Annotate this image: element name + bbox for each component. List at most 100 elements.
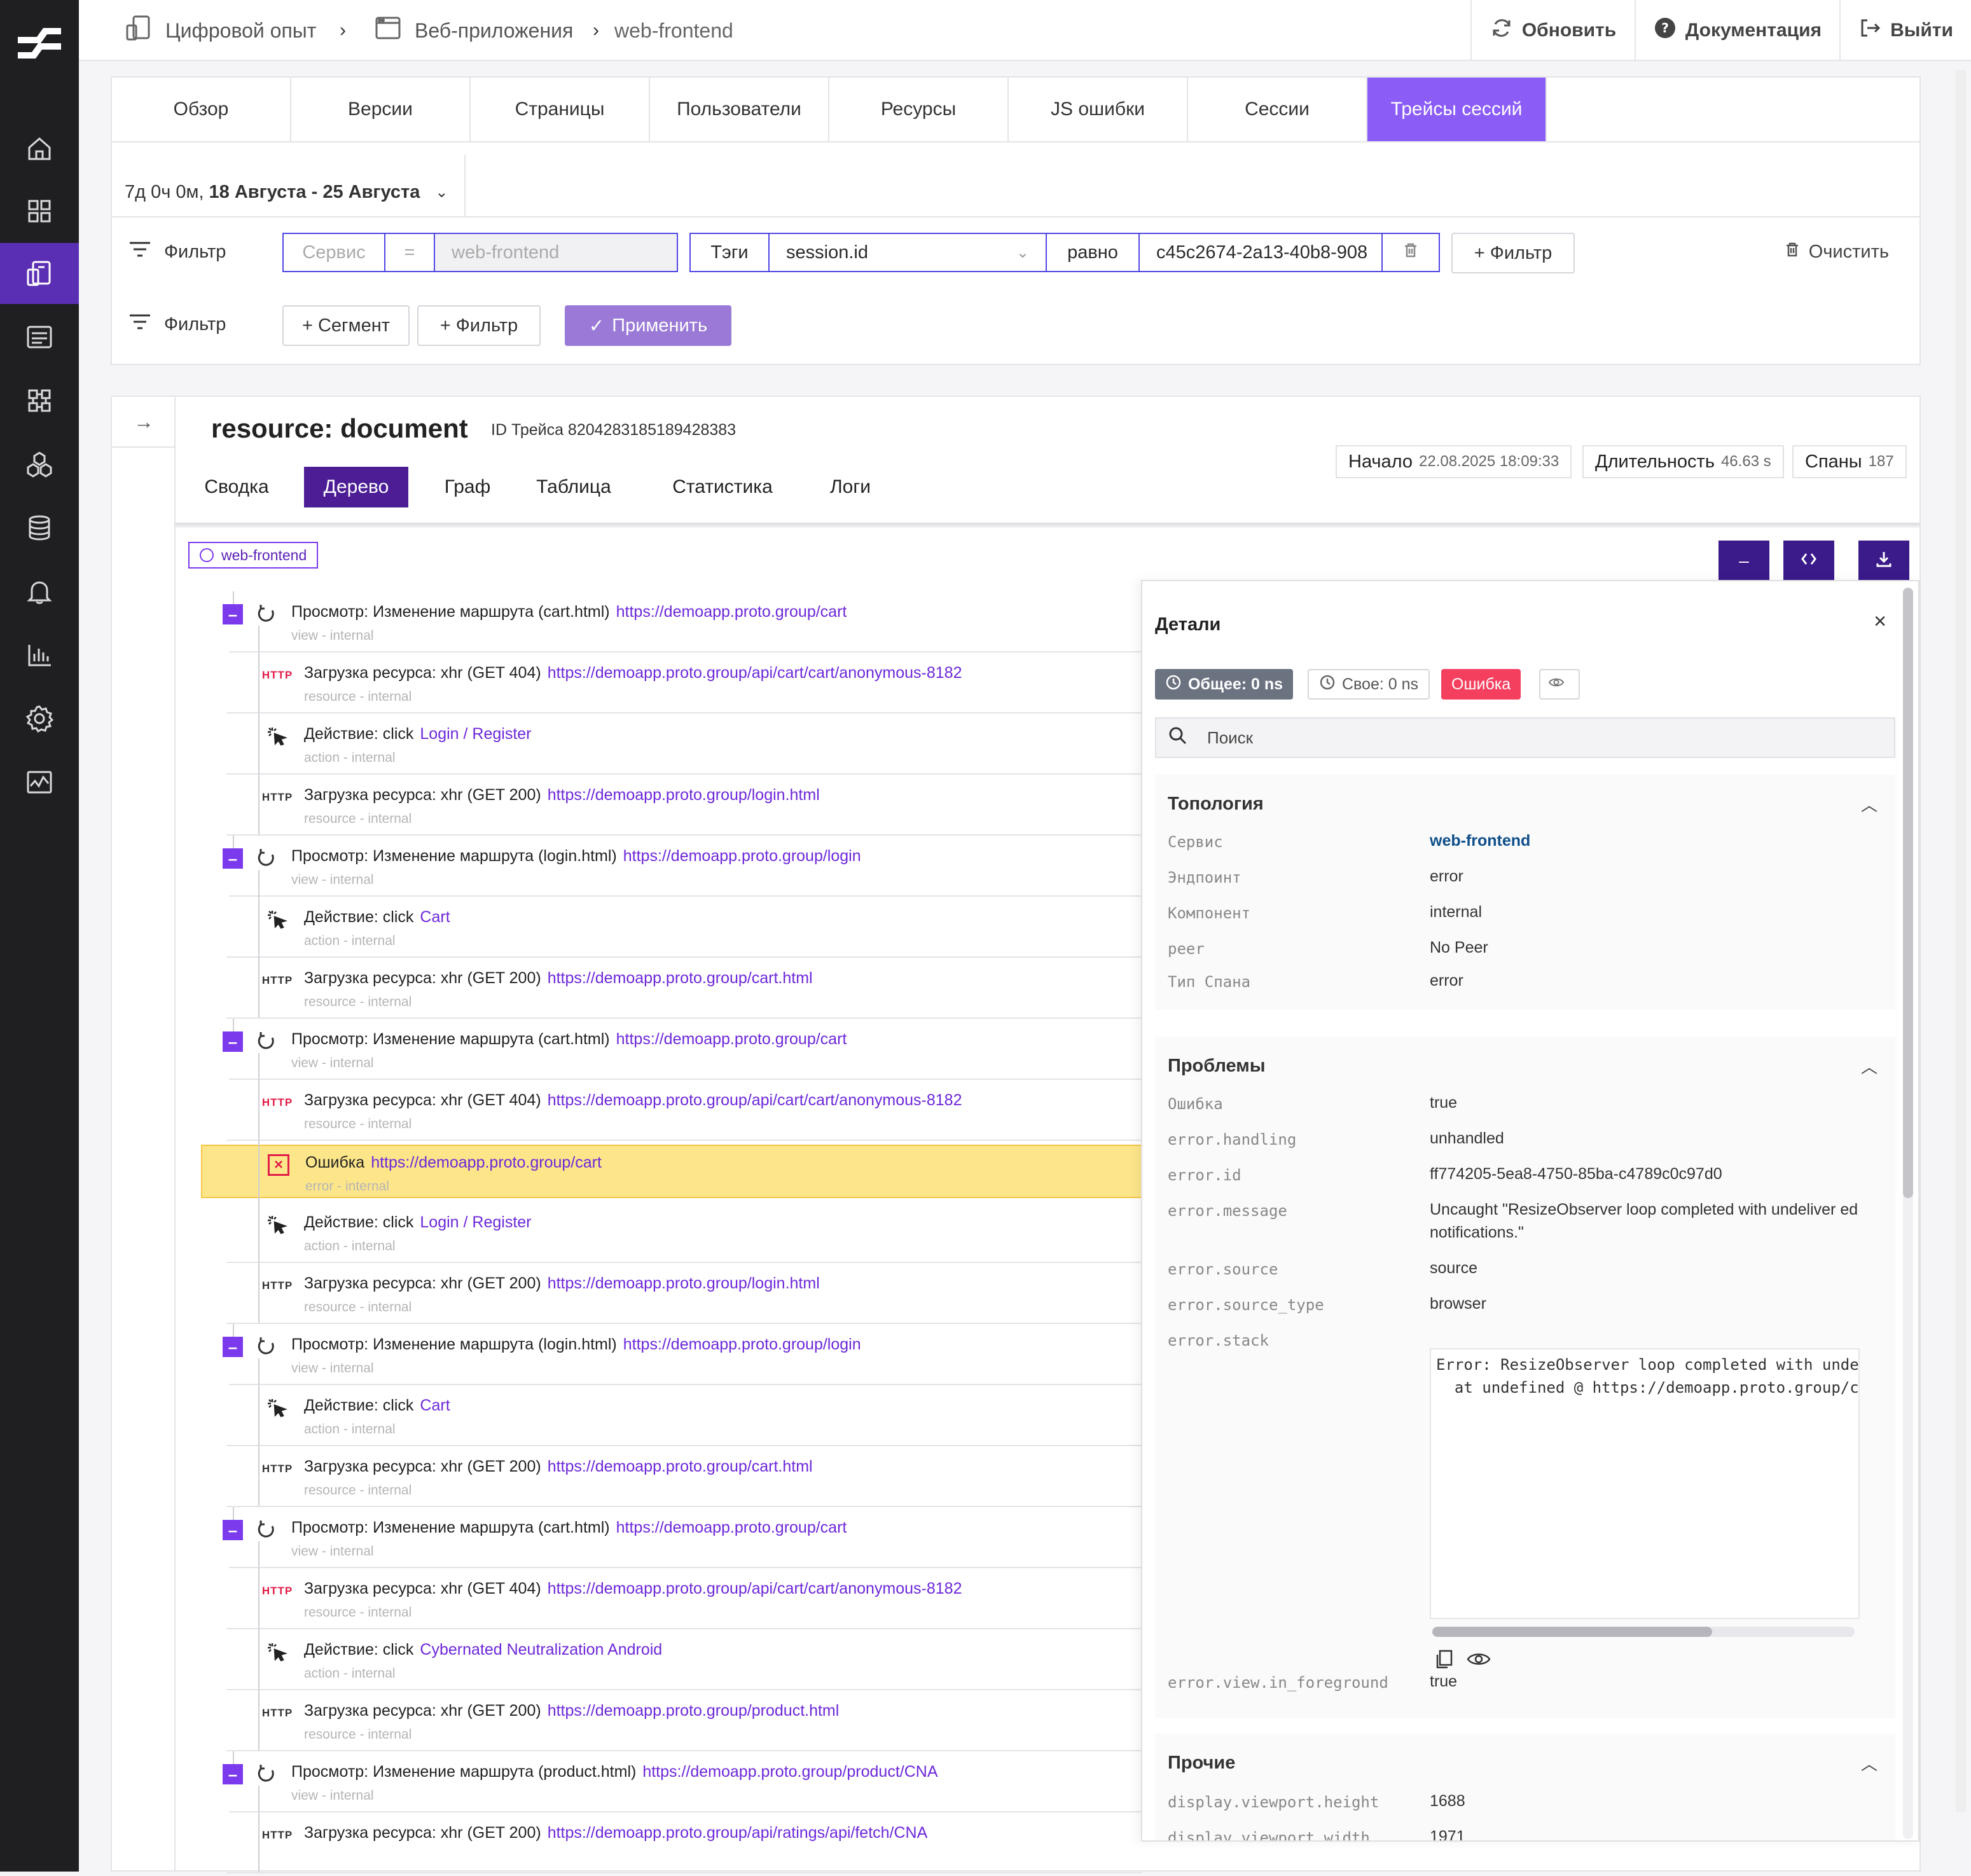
collapse-span-button[interactable]: – bbox=[223, 1031, 243, 1052]
collapse-span-button[interactable]: – bbox=[223, 604, 243, 624]
view-tab-logs[interactable]: Логи bbox=[815, 467, 885, 507]
span-row-action[interactable]: Действие: click Cybernated Neutralization… bbox=[226, 1633, 1142, 1693]
kv-value-link[interactable]: web-frontend bbox=[1430, 829, 1875, 852]
span-row-view[interactable]: – Просмотр: Изменение маршрута (cart.html… bbox=[201, 1023, 1142, 1082]
bell-icon[interactable] bbox=[0, 561, 79, 622]
span-link[interactable]: https://demoapp.proto.group/product.html bbox=[548, 1702, 840, 1720]
span-row-error[interactable]: × Ошибка https://demoapp.proto.group/cart e… bbox=[201, 1145, 1142, 1198]
chevron-up-icon[interactable]: ︿ bbox=[1861, 1751, 1878, 1775]
tab-versions[interactable]: Версии bbox=[291, 78, 471, 141]
span-row-http[interactable]: HTTP Загрузка ресурса: xhr (GET 200) https… bbox=[226, 962, 1142, 1021]
page-scrollbar[interactable] bbox=[1956, 70, 1966, 1812]
delete-filter-button[interactable] bbox=[1383, 234, 1439, 271]
span-row-action[interactable]: Действие: click Cart action - internal bbox=[226, 900, 1142, 960]
stack-trace-code[interactable]: Error: ResizeObserver loop completed wit… bbox=[1430, 1348, 1860, 1619]
breadcrumb-digital-experience[interactable]: Цифровой опыт bbox=[123, 0, 316, 61]
span-row-http-err[interactable]: HTTP Загрузка ресурса: xhr (GET 404) https… bbox=[226, 1084, 1142, 1143]
tab-resources[interactable]: Ресурсы bbox=[829, 78, 1009, 141]
span-row-http-err[interactable]: HTTP Загрузка ресурса: xhr (GET 404) https… bbox=[226, 1572, 1142, 1632]
span-row-action[interactable]: Действие: click Login / Register action - … bbox=[226, 1206, 1142, 1266]
tab-session-traces[interactable]: Трейсы сессий bbox=[1367, 78, 1547, 141]
span-link[interactable]: https://demoapp.proto.group/cart bbox=[616, 1030, 847, 1048]
close-icon[interactable]: × bbox=[1874, 609, 1886, 634]
span-link[interactable]: https://demoapp.proto.group/api/cart/car… bbox=[548, 1580, 962, 1597]
collapse-span-button[interactable]: – bbox=[223, 1337, 243, 1357]
span-link[interactable]: https://demoapp.proto.group/cart.html bbox=[548, 1458, 813, 1475]
span-row-http[interactable]: HTTP Загрузка ресурса: xhr (GET 200) https… bbox=[226, 778, 1142, 838]
add-filter-button[interactable]: + Фильтр bbox=[417, 305, 541, 346]
span-link[interactable]: Cart bbox=[420, 1397, 450, 1414]
tab-js-errors[interactable]: JS ошибки bbox=[1009, 78, 1188, 141]
service-filter[interactable]: Сервис = web-frontend bbox=[282, 233, 678, 272]
service-key-field[interactable]: Сервис bbox=[284, 234, 385, 271]
span-link[interactable]: https://demoapp.proto.group/api/cart/car… bbox=[548, 664, 962, 682]
span-link[interactable]: https://demoapp.proto.group/cart bbox=[616, 603, 847, 621]
digital-experience-icon[interactable] bbox=[0, 243, 79, 304]
collapse-span-button[interactable]: – bbox=[223, 1764, 243, 1784]
chevron-up-icon[interactable]: ︿ bbox=[1861, 792, 1878, 816]
tab-overview[interactable]: Обзор bbox=[112, 78, 291, 141]
details-search-input[interactable]: Поиск bbox=[1155, 717, 1895, 758]
span-link[interactable]: https://demoapp.proto.group/login.html bbox=[548, 786, 820, 804]
span-row-view[interactable]: – Просмотр: Изменение маршрута (cart.html… bbox=[201, 1511, 1142, 1571]
breadcrumb-web-apps[interactable]: Веб-приложения bbox=[373, 0, 573, 61]
span-link[interactable]: https://demoapp.proto.group/product/CNA bbox=[642, 1763, 937, 1781]
tag-filter[interactable]: Тэги session.id ⌄ равно c45c2674-2a13-40… bbox=[689, 233, 1440, 272]
drawer-scrollbar[interactable] bbox=[1903, 588, 1913, 1839]
span-row-action[interactable]: Действие: click Cart action - internal bbox=[226, 1389, 1142, 1449]
horizontal-scrollbar[interactable] bbox=[1432, 1627, 1855, 1637]
apply-button[interactable]: ✓ Применить bbox=[565, 305, 731, 346]
span-link[interactable]: Cybernated Neutralization Android bbox=[420, 1641, 662, 1659]
view-tab-summary[interactable]: Сводка bbox=[198, 467, 275, 507]
view-tab-tree[interactable]: Дерево bbox=[304, 467, 408, 507]
tab-users[interactable]: Пользователи bbox=[650, 78, 829, 141]
download-button[interactable] bbox=[1858, 541, 1909, 581]
tag-value-input[interactable]: c45c2674-2a13-40b8-908 bbox=[1140, 234, 1383, 271]
service-value-field[interactable]: web-frontend bbox=[435, 234, 677, 271]
span-link[interactable]: https://demoapp.proto.group/cart bbox=[371, 1154, 602, 1171]
span-link[interactable]: https://demoapp.proto.group/login bbox=[623, 847, 861, 865]
dashboard-grid-icon[interactable] bbox=[0, 181, 79, 242]
span-link[interactable]: Cart bbox=[420, 908, 450, 926]
bar-chart-icon[interactable] bbox=[0, 624, 79, 686]
span-row-http[interactable]: HTTP Загрузка ресурса: xhr (GET 200) https… bbox=[226, 1267, 1142, 1327]
span-row-http-err[interactable]: HTTP Загрузка ресурса: xhr (GET 404) https… bbox=[226, 656, 1142, 716]
span-row-view[interactable]: – Просмотр: Изменение маршрута (login.htm… bbox=[201, 1328, 1142, 1388]
home-icon[interactable] bbox=[0, 118, 79, 179]
span-link[interactable]: https://demoapp.proto.group/api/cart/car… bbox=[548, 1091, 962, 1109]
activity-monitor-icon[interactable] bbox=[0, 752, 79, 813]
add-segment-button[interactable]: + Сегмент bbox=[282, 305, 410, 346]
settings-gear-icon[interactable] bbox=[0, 688, 79, 749]
refresh-button[interactable]: Обновить bbox=[1470, 0, 1635, 61]
tab-sessions[interactable]: Сессии bbox=[1188, 78, 1367, 141]
view-tab-statistics[interactable]: Статистика bbox=[646, 467, 799, 507]
logs-list-icon[interactable] bbox=[0, 307, 79, 368]
documentation-button[interactable]: ? Документация bbox=[1635, 0, 1839, 61]
span-row-view[interactable]: – Просмотр: Изменение маршрута (cart.html… bbox=[201, 595, 1142, 655]
clear-filters-button[interactable]: Очистить bbox=[1783, 240, 1889, 263]
expand-arrow-icon[interactable]: → bbox=[112, 397, 176, 448]
span-link[interactable]: https://demoapp.proto.group/cart.html bbox=[548, 969, 813, 987]
services-hexagons-icon[interactable] bbox=[0, 434, 79, 495]
span-row-view[interactable]: – Просмотр: Изменение маршрута (login.htm… bbox=[201, 839, 1142, 899]
span-row-action[interactable]: Действие: click Login / Register action - … bbox=[226, 717, 1142, 777]
eye-toggle-button[interactable] bbox=[1539, 669, 1580, 700]
span-link[interactable]: https://demoapp.proto.group/api/ratings/… bbox=[548, 1824, 928, 1842]
span-link[interactable]: https://demoapp.proto.group/cart bbox=[616, 1519, 847, 1536]
equals-operator[interactable]: равно bbox=[1047, 234, 1140, 271]
span-link[interactable]: https://demoapp.proto.group/login.html bbox=[548, 1274, 820, 1292]
view-tab-graph[interactable]: Граф bbox=[432, 467, 502, 507]
logout-button[interactable]: Выйти bbox=[1839, 0, 1971, 61]
chevron-up-icon[interactable]: ︿ bbox=[1861, 1054, 1878, 1078]
service-tag[interactable]: web-frontend bbox=[188, 542, 319, 569]
modules-icon[interactable] bbox=[0, 370, 79, 431]
span-row-http[interactable]: HTTP Загрузка ресурса: xhr (GET 200) https… bbox=[226, 1816, 1142, 1876]
collapse-all-button[interactable]: – bbox=[1719, 541, 1769, 581]
operator-field[interactable]: = bbox=[385, 234, 435, 271]
database-icon[interactable] bbox=[0, 497, 79, 558]
add-filter-button[interactable]: + Фильтр bbox=[1451, 233, 1575, 273]
code-view-button[interactable] bbox=[1783, 541, 1834, 581]
span-link[interactable]: Login / Register bbox=[420, 725, 531, 743]
tab-pages[interactable]: Страницы bbox=[471, 78, 650, 141]
tags-key-field[interactable]: Тэги bbox=[691, 234, 770, 271]
